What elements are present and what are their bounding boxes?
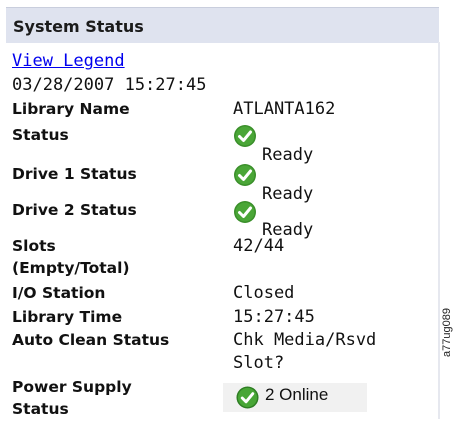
online-check-icon bbox=[236, 386, 259, 409]
system-status-panel: System Status View Legend 03/28/2007 15:… bbox=[6, 7, 444, 419]
library-time-value: 15:27:45 bbox=[233, 307, 315, 327]
power-supply-status-label-sub: Status bbox=[12, 400, 69, 418]
panel-title: System Status bbox=[13, 17, 144, 36]
power-supply-status-value: 2 Online bbox=[265, 385, 329, 404]
auto-clean-status-label: Auto Clean Status bbox=[12, 331, 170, 349]
power-supply-status-label: Power Supply bbox=[12, 378, 132, 396]
ready-check-icon bbox=[234, 201, 256, 223]
figure-code: a77ug089 bbox=[441, 308, 453, 357]
status-label: Status bbox=[12, 126, 69, 144]
slots-value: 42/44 bbox=[233, 236, 285, 256]
slots-label-sub: (Empty/Total) bbox=[12, 259, 130, 277]
panel-border bbox=[438, 42, 440, 419]
io-station-label: I/O Station bbox=[12, 284, 106, 302]
drive-2-status-label: Drive 2 Status bbox=[12, 201, 137, 219]
library-time-label: Library Time bbox=[12, 308, 123, 326]
status-value: Ready bbox=[262, 145, 314, 165]
view-legend-link[interactable]: View Legend bbox=[12, 51, 125, 71]
auto-clean-status-value-cont: Slot? bbox=[233, 353, 285, 373]
panel-header: System Status bbox=[6, 7, 439, 43]
ready-check-icon bbox=[234, 125, 256, 147]
library-name-value: ATLANTA162 bbox=[233, 99, 336, 119]
auto-clean-status-value: Chk Media/Rsvd bbox=[233, 330, 377, 350]
library-name-label: Library Name bbox=[12, 100, 130, 118]
io-station-value: Closed bbox=[233, 283, 295, 303]
drive-1-status-label: Drive 1 Status bbox=[12, 165, 137, 183]
slots-label: Slots bbox=[12, 237, 56, 255]
status-timestamp: 03/28/2007 15:27:45 bbox=[12, 75, 207, 95]
ready-check-icon bbox=[234, 164, 256, 186]
drive-1-status-value: Ready bbox=[262, 184, 314, 204]
